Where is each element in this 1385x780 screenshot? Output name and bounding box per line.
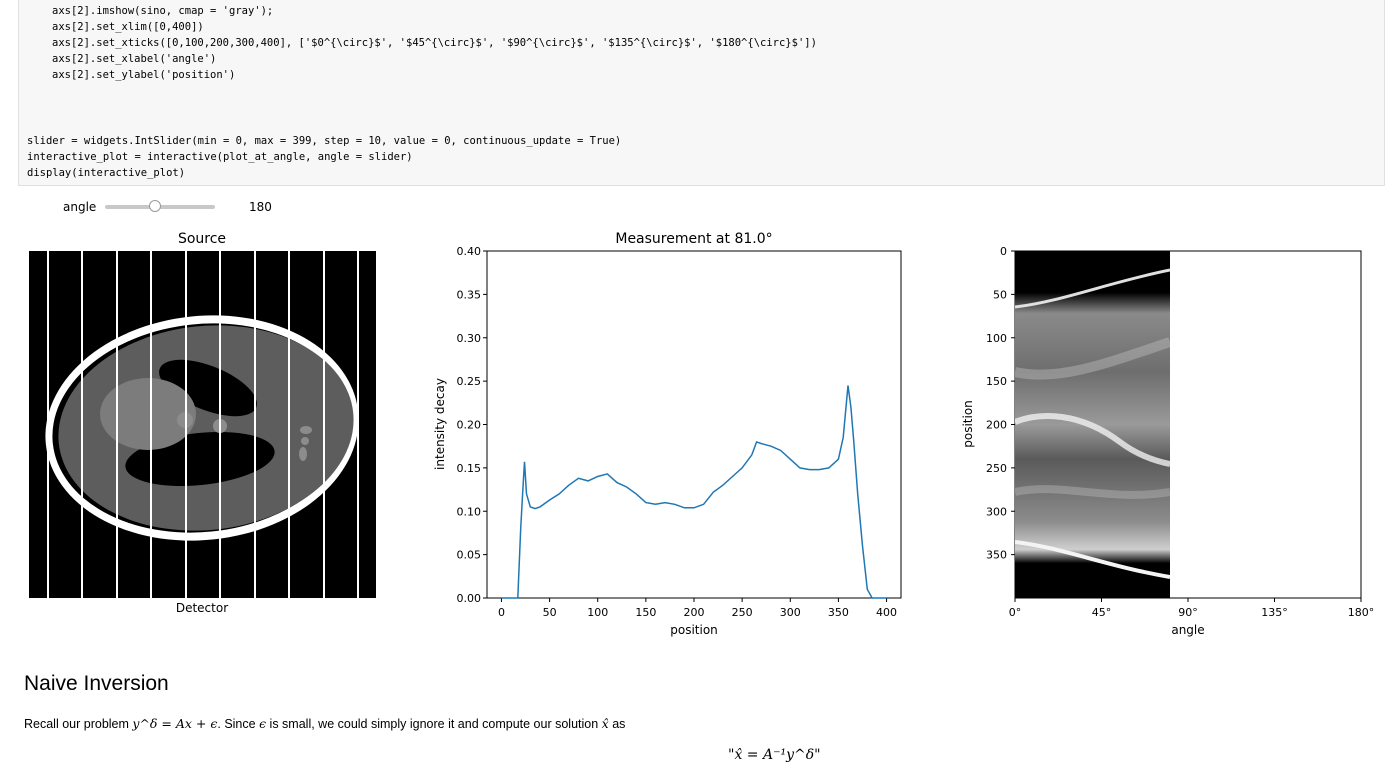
x-tick-label: 300 (780, 606, 801, 619)
angle-slider-widget: angle 180 (0, 199, 400, 215)
section-heading: Naive Inversion (24, 672, 169, 695)
para-text: . Since (217, 717, 260, 731)
y-tick-label: 0.40 (457, 245, 482, 258)
math-inline: x̂ (601, 716, 609, 731)
code-cell[interactable]: axs[2].imshow(sino, cmap = 'gray'); axs[… (18, 0, 1385, 186)
sino-y-tick-label: 50 (993, 288, 1007, 301)
y-tick-label: 0.30 (457, 332, 482, 345)
figure-svg: Source Detector Measurement at 81.0° 0.0… (29, 231, 1375, 637)
y-tick-label: 0.35 (457, 288, 482, 301)
sino-x-tick-label: 135° (1261, 606, 1288, 619)
x-tick-label: 150 (635, 606, 656, 619)
code-line: axs[2].set_xlabel('angle') (52, 53, 217, 65)
para-text: as (608, 717, 626, 731)
sino-y-tick-label: 250 (986, 462, 1007, 475)
measurement-axes (486, 250, 902, 599)
slider-label: angle (63, 200, 97, 214)
x-tick-label: 200 (684, 606, 705, 619)
sino-y-tick-label: 350 (986, 549, 1007, 562)
sino-x-tick-label: 45° (1092, 606, 1112, 619)
sino-y-ticks: 0 50 100 150 200 250 300 350 (986, 245, 1015, 562)
measurement-title: Measurement at 81.0° (615, 231, 772, 247)
sino-y-tick-label: 150 (986, 375, 1007, 388)
x-tick-label: 100 (587, 606, 608, 619)
source-title: Source (178, 231, 226, 247)
x-tick-label: 50 (543, 606, 557, 619)
y-axis-ticks: 0.00 0.05 0.10 0.15 0.20 0.25 0.30 0.35 0.40 (457, 245, 487, 605)
code-line: display(interactive_plot) (27, 167, 186, 179)
x-tick-label: 250 (732, 606, 753, 619)
sino-y-tick-label: 100 (986, 332, 1007, 345)
para-text: is small, we could simply ignore it and … (266, 717, 602, 731)
y-tick-label: 0.10 (457, 505, 482, 518)
measurement-line (501, 385, 887, 599)
sinogram-xlabel: angle (1171, 623, 1204, 637)
slider-handle[interactable] (148, 200, 161, 212)
code-line: slider = widgets.IntSlider(min = 0, max … (27, 135, 622, 147)
code-line: interactive_plot = interactive(plot_at_a… (27, 151, 413, 163)
x-tick-label: 400 (876, 606, 897, 619)
slider-value: 180 (249, 200, 272, 214)
math-display: "x̂ = A⁻¹y^δ" (728, 747, 821, 763)
code-line: axs[2].set_ylabel('position') (52, 69, 236, 81)
sino-y-tick-label: 0 (1000, 245, 1007, 258)
y-tick-label: 0.05 (457, 549, 482, 562)
y-tick-label: 0.15 (457, 462, 482, 475)
code-line: axs[2].set_xlim([0,400]) (52, 21, 204, 33)
plot-output: Source Detector Measurement at 81.0° 0.0… (0, 222, 1385, 642)
y-tick-label: 0.00 (457, 592, 482, 605)
y-tick-label: 0.20 (457, 419, 482, 432)
x-tick-label: 350 (828, 606, 849, 619)
math-inline: y^δ = Ax + ϵ (132, 716, 218, 731)
y-tick-label: 0.25 (457, 375, 482, 388)
sino-x-ticks: 0° 45° 90° 135° 180° (1009, 598, 1375, 619)
sino-x-tick-label: 180° (1348, 606, 1375, 619)
x-axis-ticks: 0 50 100 150 200 250 300 350 400 (498, 598, 897, 619)
sino-y-tick-label: 200 (986, 419, 1007, 432)
paragraph: Recall our problem y^δ = Ax + ϵ. Since ϵ… (24, 716, 625, 731)
sino-x-tick-label: 0° (1009, 606, 1022, 619)
sinogram-image (1015, 251, 1170, 598)
code-line: axs[2].imshow(sino, cmap = 'gray'); (52, 5, 274, 17)
measurement-ylabel: intensity decay (433, 378, 447, 470)
sinogram-ylabel: position (961, 400, 975, 448)
measurement-xlabel: position (670, 623, 718, 637)
source-xlabel: Detector (176, 601, 228, 615)
sino-x-tick-label: 90° (1178, 606, 1198, 619)
code-line: axs[2].set_xticks([0,100,200,300,400], [… (52, 37, 817, 49)
sino-y-tick-label: 300 (986, 505, 1007, 518)
para-text: Recall our problem (24, 717, 133, 731)
x-tick-label: 0 (498, 606, 505, 619)
